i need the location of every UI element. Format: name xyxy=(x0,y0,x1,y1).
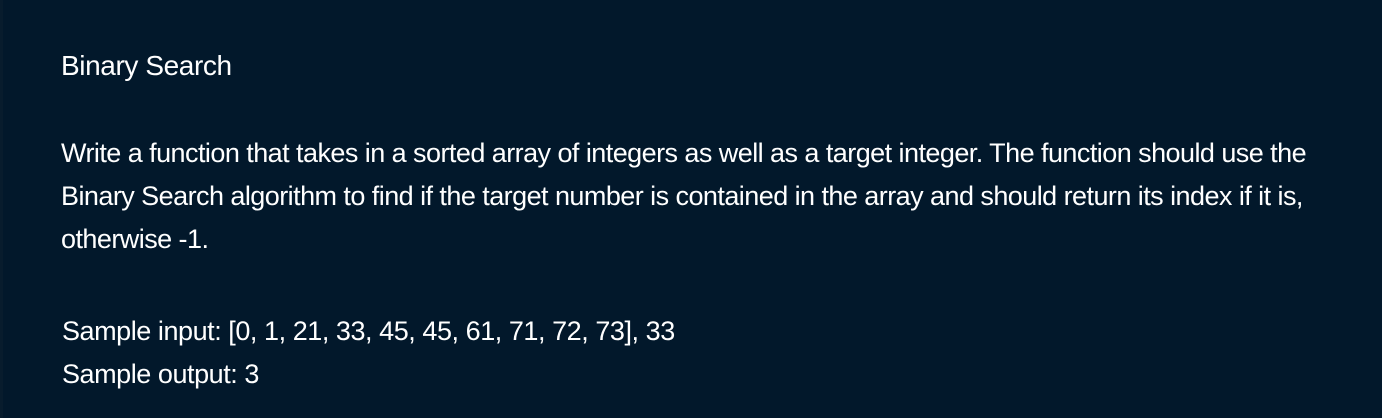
sample-input: Sample input: [0, 1, 21, 33, 45, 45, 61,… xyxy=(62,316,675,346)
sample-section: Sample input: [0, 1, 21, 33, 45, 45, 61,… xyxy=(62,310,675,396)
panel-left-edge xyxy=(0,0,3,418)
problem-title: Binary Search xyxy=(61,50,232,81)
problem-panel: Binary Search Write a function that take… xyxy=(0,0,1382,418)
problem-description: Write a function that takes in a sorted … xyxy=(61,138,1307,254)
sample-output: Sample output: 3 xyxy=(62,359,259,389)
